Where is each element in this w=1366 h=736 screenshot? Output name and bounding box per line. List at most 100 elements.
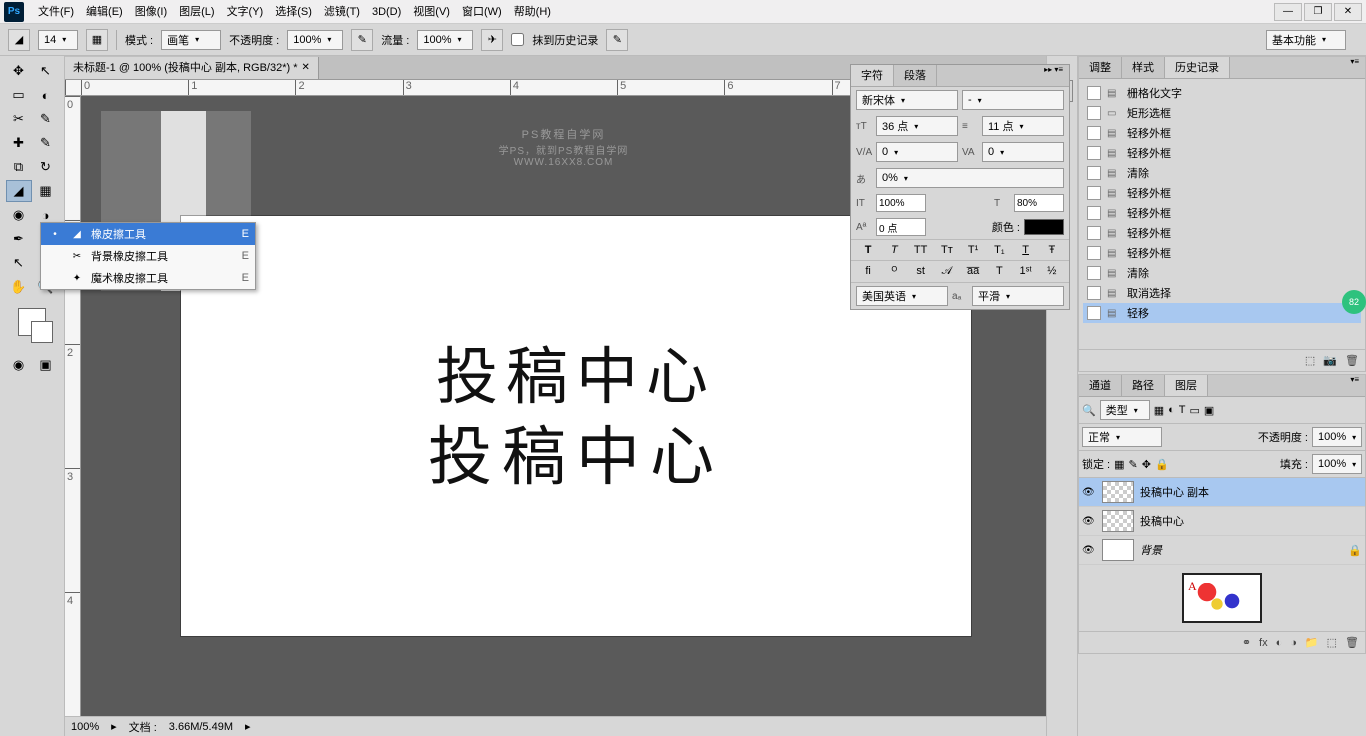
navigator-thumb[interactable] <box>1182 573 1262 623</box>
brush-panel-icon[interactable]: ▦ <box>86 29 108 51</box>
history-item[interactable]: ▤轻移外框 <box>1083 203 1361 223</box>
bold-button[interactable]: T <box>860 244 876 256</box>
pressure-opacity-icon[interactable]: ✎ <box>351 29 373 51</box>
lock-pos-icon[interactable]: ✥ <box>1142 458 1151 471</box>
opacity-dropdown[interactable]: 100%▾ <box>287 30 343 50</box>
history-item[interactable]: ▤轻移外框 <box>1083 223 1361 243</box>
menu-view[interactable]: 视图(V) <box>407 0 456 24</box>
flow-dropdown[interactable]: 100%▾ <box>417 30 473 50</box>
filter-adj-icon[interactable]: ◐ <box>1168 404 1175 416</box>
blend-mode-dropdown[interactable]: 正常▾ <box>1082 427 1162 447</box>
tab-paths[interactable]: 路径 <box>1122 375 1165 396</box>
quickmask-tool[interactable]: ◉ <box>6 354 32 376</box>
italic-button[interactable]: T <box>886 244 902 256</box>
screenmode-tool[interactable]: ▣ <box>33 354 59 376</box>
trash-icon[interactable]: 🗑 <box>1345 354 1359 367</box>
blur-tool[interactable]: ◉ <box>6 204 32 226</box>
filter-img-icon[interactable]: ▦ <box>1154 404 1164 417</box>
tab-adjustments[interactable]: 调整 <box>1079 57 1122 78</box>
erase-history-checkbox[interactable] <box>511 33 524 46</box>
smallcaps-button[interactable]: Tᴛ <box>939 244 955 256</box>
filter-shape-icon[interactable]: ▭ <box>1190 404 1200 417</box>
leading-dropdown[interactable]: 11 点▾ <box>982 116 1064 136</box>
close-button[interactable]: ✕ <box>1334 3 1362 21</box>
calli-button[interactable]: 𝒜 <box>939 265 955 278</box>
new-layer-icon[interactable]: ⬚ <box>1327 636 1337 649</box>
lock-paint-icon[interactable]: ✎ <box>1129 458 1138 471</box>
hand-tool[interactable]: ✋ <box>6 276 32 298</box>
menu-layer[interactable]: 图层(L) <box>173 0 220 24</box>
tab-channels[interactable]: 通道 <box>1079 375 1122 396</box>
airbrush-icon[interactable]: ✈ <box>481 29 503 51</box>
brush-size-dropdown[interactable]: 14▾ <box>38 30 78 50</box>
st-button[interactable]: st <box>913 265 929 278</box>
workspace-dropdown[interactable]: 基本功能▾ <box>1266 30 1346 50</box>
artboard-tool[interactable]: ↖ <box>33 60 59 82</box>
lasso-tool[interactable]: ◐ <box>33 84 59 106</box>
font-size-dropdown[interactable]: 36 点▾ <box>876 116 958 136</box>
layer-row[interactable]: 👁投稿中心 副本 <box>1079 478 1365 507</box>
delete-icon[interactable]: 🗑 <box>1345 636 1359 649</box>
pen-tool[interactable]: ✒ <box>6 228 32 250</box>
mask-icon[interactable]: ◐ <box>1276 637 1283 649</box>
hscale-input[interactable] <box>1014 194 1064 212</box>
filter-t-icon[interactable]: T <box>1179 404 1186 416</box>
tab-paragraph[interactable]: 段落 <box>894 65 937 86</box>
underline-button[interactable]: T <box>1018 244 1034 256</box>
menu-image[interactable]: 图像(I) <box>129 0 173 24</box>
history-item[interactable]: ▤栅格化文字 <box>1083 83 1361 103</box>
aalt-button[interactable]: a̅a̅ <box>965 265 981 278</box>
layer-filter-dropdown[interactable]: 类型▾ <box>1100 400 1150 420</box>
group-icon[interactable]: 📁 <box>1305 636 1319 649</box>
magic-eraser-tool-item[interactable]: ✦魔术橡皮擦工具E <box>41 267 255 289</box>
filter-smart-icon[interactable]: ▣ <box>1204 404 1214 417</box>
layer-row[interactable]: 👁背景🔒 <box>1079 536 1365 565</box>
camera-icon[interactable]: 📷 <box>1323 354 1337 367</box>
tracking-dropdown[interactable]: 0▾ <box>982 142 1064 162</box>
tab-styles[interactable]: 样式 <box>1122 57 1165 78</box>
history-item[interactable]: ▤清除 <box>1083 163 1361 183</box>
fi-button[interactable]: fi <box>860 265 876 278</box>
menu-edit[interactable]: 编辑(E) <box>80 0 129 24</box>
path-select-tool[interactable]: ↖ <box>6 252 32 274</box>
first-button[interactable]: 1ˢᵗ <box>1018 265 1034 278</box>
menu-help[interactable]: 帮助(H) <box>508 0 557 24</box>
history-item[interactable]: ▤取消选择 <box>1083 283 1361 303</box>
layer-name[interactable]: 投稿中心 <box>1140 513 1362 529</box>
tool-preset-icon[interactable]: ◢ <box>8 29 30 51</box>
panel-menu-icon[interactable]: ▾≡ <box>1344 57 1365 78</box>
font-family-dropdown[interactable]: 新宋体▾ <box>856 90 958 110</box>
tab-history[interactable]: 历史记录 <box>1165 57 1230 78</box>
spot-heal-tool[interactable]: ✚ <box>6 132 32 154</box>
history-item[interactable]: ▤轻移外框 <box>1083 243 1361 263</box>
adjustment-icon[interactable]: ◑ <box>1290 637 1297 649</box>
foreground-color[interactable] <box>18 308 46 336</box>
lock-trans-icon[interactable]: ▦ <box>1114 458 1124 471</box>
eraser-tool[interactable]: ◢ <box>6 180 32 202</box>
layer-name[interactable]: 背景 <box>1140 542 1342 558</box>
font-style-dropdown[interactable]: -▾ <box>962 90 1064 110</box>
menu-type[interactable]: 文字(Y) <box>221 0 270 24</box>
character-panel[interactable]: 字符 段落 ▸▸ ▾≡ 新宋体▾-▾ тT36 点▾≡11 点▾ V/A0▾VA… <box>850 64 1070 310</box>
clone-tool[interactable]: ⧉ <box>6 156 32 178</box>
baseline-input[interactable] <box>876 218 926 236</box>
color-swatch[interactable] <box>1024 219 1064 235</box>
antialias-dropdown[interactable]: 平滑▾ <box>972 286 1064 306</box>
panel-menu-icon[interactable]: ▸▸ ▾≡ <box>1038 65 1069 86</box>
mode-dropdown[interactable]: 画笔▾ <box>161 30 221 50</box>
pressure-size-icon[interactable]: ✎ <box>606 29 628 51</box>
history-item[interactable]: ▤轻移外框 <box>1083 123 1361 143</box>
history-item[interactable]: ▤轻移外框 <box>1083 143 1361 163</box>
super-button[interactable]: T¹ <box>965 244 981 256</box>
close-tab-icon[interactable]: ✕ <box>302 57 310 79</box>
bg-eraser-tool-item[interactable]: ✂背景橡皮擦工具E <box>41 245 255 267</box>
panel-menu-icon[interactable]: ▾≡ <box>1344 375 1365 396</box>
kerning-dropdown[interactable]: 0▾ <box>876 142 958 162</box>
eraser-flyout-menu[interactable]: •◢橡皮擦工具E ✂背景橡皮擦工具E ✦魔术橡皮擦工具E <box>40 222 256 290</box>
visibility-icon[interactable]: 👁 <box>1082 487 1096 498</box>
layer-row[interactable]: 👁投稿中心 <box>1079 507 1365 536</box>
background-color[interactable] <box>31 321 53 343</box>
maximize-button[interactable]: ❐ <box>1304 3 1332 21</box>
brush-tool[interactable]: ✎ <box>33 132 59 154</box>
history-brush-tool[interactable]: ↻ <box>33 156 59 178</box>
